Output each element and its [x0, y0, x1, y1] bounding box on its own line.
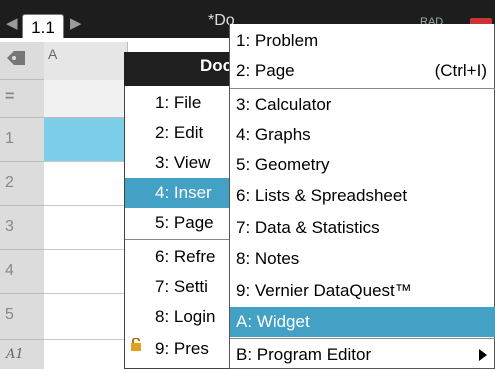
insert-item-lists-spreadsheet[interactable]: 6: Lists & Spreadsheet	[230, 181, 495, 211]
page-tab[interactable]: 1.1	[22, 14, 64, 38]
cell-a3[interactable]	[44, 206, 128, 250]
insert-item-page[interactable]: 2: Page (Ctrl+I)	[230, 56, 495, 86]
menu-item-file[interactable]: 1: File	[125, 88, 238, 118]
insert-item-label: 6: Lists & Spreadsheet	[236, 186, 408, 205]
menu-divider	[125, 239, 238, 240]
cell-a5[interactable]	[44, 294, 128, 340]
insert-item-widget[interactable]: A: Widget	[230, 307, 495, 337]
cell-a1[interactable]	[44, 118, 128, 162]
row-header[interactable]: 4	[0, 250, 44, 294]
insert-item-program-editor[interactable]: B: Program Editor	[230, 340, 495, 370]
insert-item-geometry[interactable]: 5: Geometry	[230, 150, 495, 180]
formula-cell[interactable]	[44, 80, 128, 118]
insert-item-label: 1: Problem	[236, 31, 319, 50]
tag-icon	[0, 42, 44, 80]
document-menu-title: Doc	[200, 56, 233, 75]
menu-item-login[interactable]: 8: Login	[125, 302, 238, 332]
insert-item-label: 4: Graphs	[236, 125, 311, 144]
cell-a4[interactable]	[44, 250, 128, 294]
menu-item-insert[interactable]: 4: Inser	[125, 178, 238, 208]
cell-a2[interactable]	[44, 162, 128, 206]
insert-item-data-statistics[interactable]: 7: Data & Statistics	[230, 213, 495, 243]
row-header[interactable]: 1	[0, 118, 44, 162]
formula-row-header: =	[0, 80, 44, 118]
insert-item-label: 9: Vernier DataQuest™	[236, 281, 412, 300]
row-header[interactable]: 3	[0, 206, 44, 250]
cell-reference: A1	[0, 340, 44, 369]
shortcut-label: (Ctrl+I)	[434, 61, 487, 80]
insert-item-label: B: Program Editor	[236, 345, 372, 364]
row-header[interactable]: 2	[0, 162, 44, 206]
insert-item-label: 5: Geometry	[236, 155, 330, 174]
next-page-arrow-icon[interactable]: ▶	[70, 14, 82, 32]
menu-item-settings[interactable]: 7: Setti	[125, 272, 238, 302]
previous-page-arrow-icon[interactable]: ◀	[6, 14, 18, 32]
menu-item-page[interactable]: 5: Page	[125, 208, 238, 238]
insert-item-label: 7: Data & Statistics	[236, 218, 380, 237]
insert-item-notes[interactable]: 8: Notes	[230, 244, 495, 274]
insert-item-label: A: Widget	[236, 312, 310, 331]
row-header[interactable]: 5	[0, 294, 44, 340]
insert-item-label: 3: Calculator	[236, 95, 332, 114]
menu-divider	[230, 338, 495, 339]
lock-icon	[130, 337, 142, 351]
menu-item-edit[interactable]: 2: Edit	[125, 118, 238, 148]
menu-item-view[interactable]: 3: View	[125, 148, 238, 178]
insert-item-problem[interactable]: 1: Problem	[230, 26, 495, 56]
insert-item-graphs[interactable]: 4: Graphs	[230, 120, 495, 150]
insert-item-calculator[interactable]: 3: Calculator	[230, 90, 495, 120]
submenu-arrow-icon	[479, 349, 487, 361]
insert-item-label: 2: Page	[236, 61, 295, 80]
insert-item-vernier-dataquest[interactable]: 9: Vernier DataQuest™	[230, 276, 495, 306]
menu-item-refresh[interactable]: 6: Refre	[125, 242, 238, 272]
insert-item-label: 8: Notes	[236, 249, 300, 268]
menu-divider	[230, 88, 495, 89]
column-header-a[interactable]: A	[44, 42, 128, 80]
